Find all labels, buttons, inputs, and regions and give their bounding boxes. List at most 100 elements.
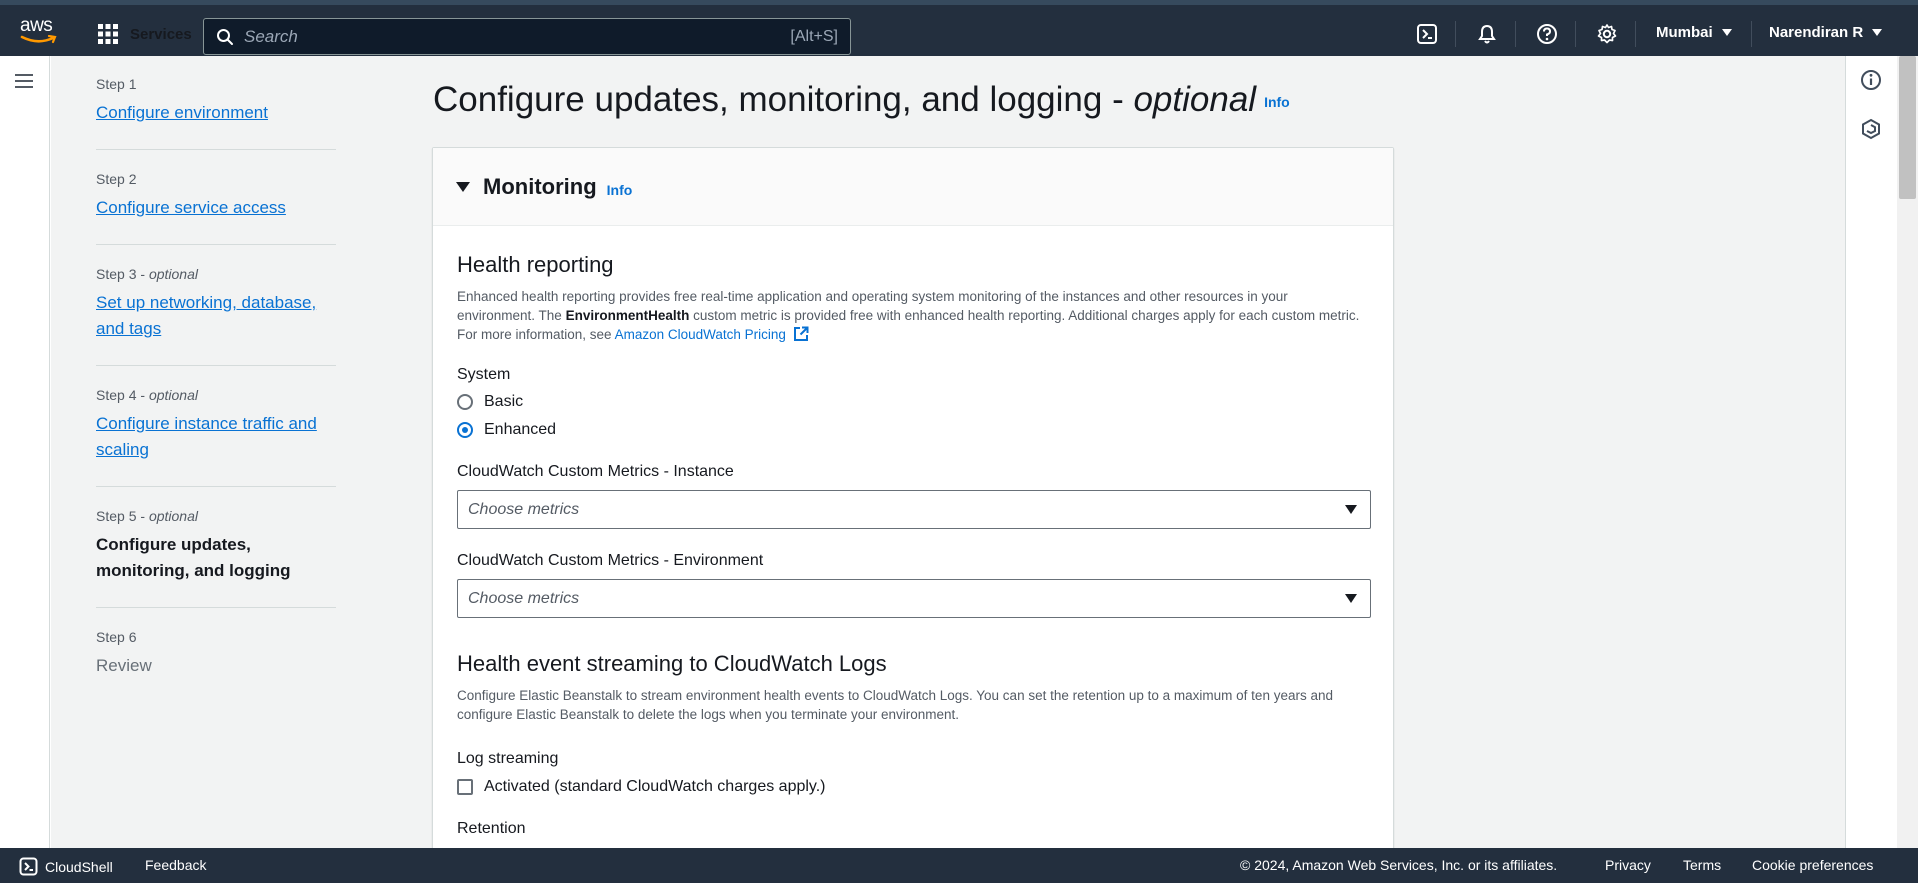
radio-button[interactable]	[457, 394, 473, 410]
wizard-step: Step 1 Configure environment	[96, 76, 336, 150]
log-streaming-checkbox-row[interactable]: Activated (standard CloudWatch charges a…	[457, 778, 1369, 796]
info-icon	[1861, 70, 1881, 90]
health-reporting-description: Enhanced health reporting provides free …	[457, 289, 1360, 342]
select-placeholder: Choose metrics	[468, 500, 580, 518]
menu-toggle-button[interactable]	[14, 72, 34, 95]
cloudshell-button[interactable]	[1412, 19, 1442, 49]
hamburger-icon	[15, 74, 33, 88]
services-label: Services	[130, 25, 192, 43]
user-name: Narendiran R	[1769, 24, 1864, 41]
streaming-title: Health event streaming to CloudWatch Log…	[457, 651, 887, 676]
aws-smile-icon	[20, 35, 57, 44]
radio-label: Basic	[484, 393, 524, 410]
monitoring-header: Monitoring	[483, 173, 597, 199]
cloudshell-footer-button[interactable]: CloudShell	[19, 857, 113, 876]
step-link[interactable]: Configure service access	[96, 195, 336, 221]
monitoring-expand-toggle[interactable]: Monitoring Info	[433, 148, 1393, 226]
radio-label: Enhanced	[484, 421, 557, 438]
health-reporting-title: Health reporting	[457, 252, 614, 277]
monitoring-container: Monitoring Info Health reporting Enhance…	[432, 147, 1394, 848]
grid-icon	[98, 24, 118, 44]
right-rail	[1845, 56, 1897, 848]
terms-link[interactable]: Terms	[1683, 857, 1721, 873]
top-navigation: aws Services [Alt+S]	[0, 0, 1918, 56]
caret-down-icon	[1872, 29, 1883, 36]
step-disabled-label: Review	[96, 656, 152, 675]
search-input[interactable]	[234, 19, 791, 54]
services-menu-button[interactable]: Services	[98, 19, 192, 49]
footer: CloudShell Feedback © 2024, Amazon Web S…	[0, 848, 1918, 883]
cw-instance-label: CloudWatch Custom Metrics - Instance	[457, 463, 734, 480]
caret-down-icon	[1721, 29, 1732, 36]
step-link[interactable]: Configure environment	[96, 100, 336, 126]
wizard-step: Step 3 - optional Set up networking, dat…	[96, 266, 336, 366]
step-link[interactable]: Configure instance traffic and scaling	[96, 411, 336, 463]
hexagon-icon	[1862, 118, 1880, 140]
cookie-preferences-link[interactable]: Cookie preferences	[1752, 857, 1873, 873]
account-menu[interactable]: Narendiran R	[1769, 24, 1883, 41]
step-number: Step 4 - optional	[96, 387, 198, 403]
wizard-step: Step 4 - optional Configure instance tra…	[96, 387, 336, 487]
retention-label: Retention	[457, 820, 526, 837]
log-streaming-checkbox[interactable]	[457, 779, 473, 795]
info-panel-button[interactable]	[1860, 69, 1882, 96]
cloudshell-icon	[1417, 24, 1437, 44]
cw-environment-metrics-select[interactable]: Choose metrics	[457, 579, 1371, 618]
streaming-description: Configure Elastic Beanstalk to stream en…	[457, 688, 1333, 722]
page-title: Configure updates, monitoring, and loggi…	[433, 80, 1290, 119]
radio-basic[interactable]: Basic	[457, 393, 1369, 411]
settings-button[interactable]	[1592, 19, 1622, 49]
step-link[interactable]: Set up networking, database, and tags	[96, 290, 336, 342]
step-number: Step 6	[96, 629, 137, 645]
checkbox-label: Activated (standard CloudWatch charges a…	[484, 778, 826, 795]
system-label: System	[457, 366, 511, 383]
region-selector[interactable]: Mumbai	[1656, 24, 1732, 41]
wizard-step: Step 2 Configure service access	[96, 171, 336, 245]
cloudwatch-pricing-link[interactable]: Amazon CloudWatch Pricing	[615, 327, 786, 342]
scrollbar-thumb[interactable]	[1899, 56, 1916, 199]
divider	[1515, 21, 1516, 47]
wizard-step-current: Step 5 - optional Configure updates, mon…	[96, 508, 336, 608]
info-link[interactable]: Info	[607, 182, 633, 198]
gear-icon	[1597, 24, 1617, 44]
radio-button-selected[interactable]	[457, 422, 473, 438]
log-streaming-label: Log streaming	[457, 750, 559, 767]
external-link-icon[interactable]	[793, 326, 809, 342]
notifications-button[interactable]	[1472, 19, 1502, 49]
divider	[1751, 21, 1752, 47]
step-current-label: Configure updates, monitoring, and loggi…	[96, 535, 291, 580]
main-content: Step 1 Configure environment Step 2 Conf…	[51, 56, 1845, 848]
aws-logo-text: aws	[20, 15, 53, 36]
cw-environment-label: CloudWatch Custom Metrics - Environment	[457, 552, 764, 569]
search-icon	[217, 28, 233, 45]
wizard-step: Step 6 Review	[96, 629, 336, 702]
copyright-text: © 2024, Amazon Web Services, Inc. or its…	[1240, 857, 1558, 873]
help-icon	[1537, 24, 1557, 44]
step-number: Step 1	[96, 76, 137, 92]
select-placeholder: Choose metrics	[468, 589, 580, 607]
left-rail	[0, 56, 50, 848]
help-button[interactable]	[1532, 19, 1562, 49]
caret-down-icon	[1345, 505, 1357, 514]
bell-icon	[1478, 24, 1496, 44]
region-label: Mumbai	[1656, 24, 1713, 41]
cloudshell-label: CloudShell	[45, 858, 113, 875]
aws-logo[interactable]: aws	[20, 15, 60, 49]
step-number: Step 2	[96, 171, 137, 187]
step-number: Step 3 - optional	[96, 266, 198, 282]
feedback-link[interactable]: Feedback	[145, 857, 206, 873]
feature-panel-button[interactable]	[1860, 118, 1882, 145]
radio-enhanced[interactable]: Enhanced	[457, 421, 1369, 439]
step-number: Step 5 - optional	[96, 508, 198, 524]
search-box[interactable]: [Alt+S]	[203, 18, 851, 55]
caret-down-icon	[456, 181, 470, 192]
monitoring-body: Health reporting Enhanced health reporti…	[433, 226, 1393, 838]
privacy-link[interactable]: Privacy	[1605, 857, 1651, 873]
search-shortcut: [Alt+S]	[790, 27, 838, 45]
divider	[1635, 21, 1636, 47]
divider	[1575, 21, 1576, 47]
info-link[interactable]: Info	[1264, 94, 1290, 110]
cw-instance-metrics-select[interactable]: Choose metrics	[457, 490, 1371, 529]
divider	[1455, 21, 1456, 47]
wizard-steps: Step 1 Configure environment Step 2 Conf…	[96, 76, 336, 723]
